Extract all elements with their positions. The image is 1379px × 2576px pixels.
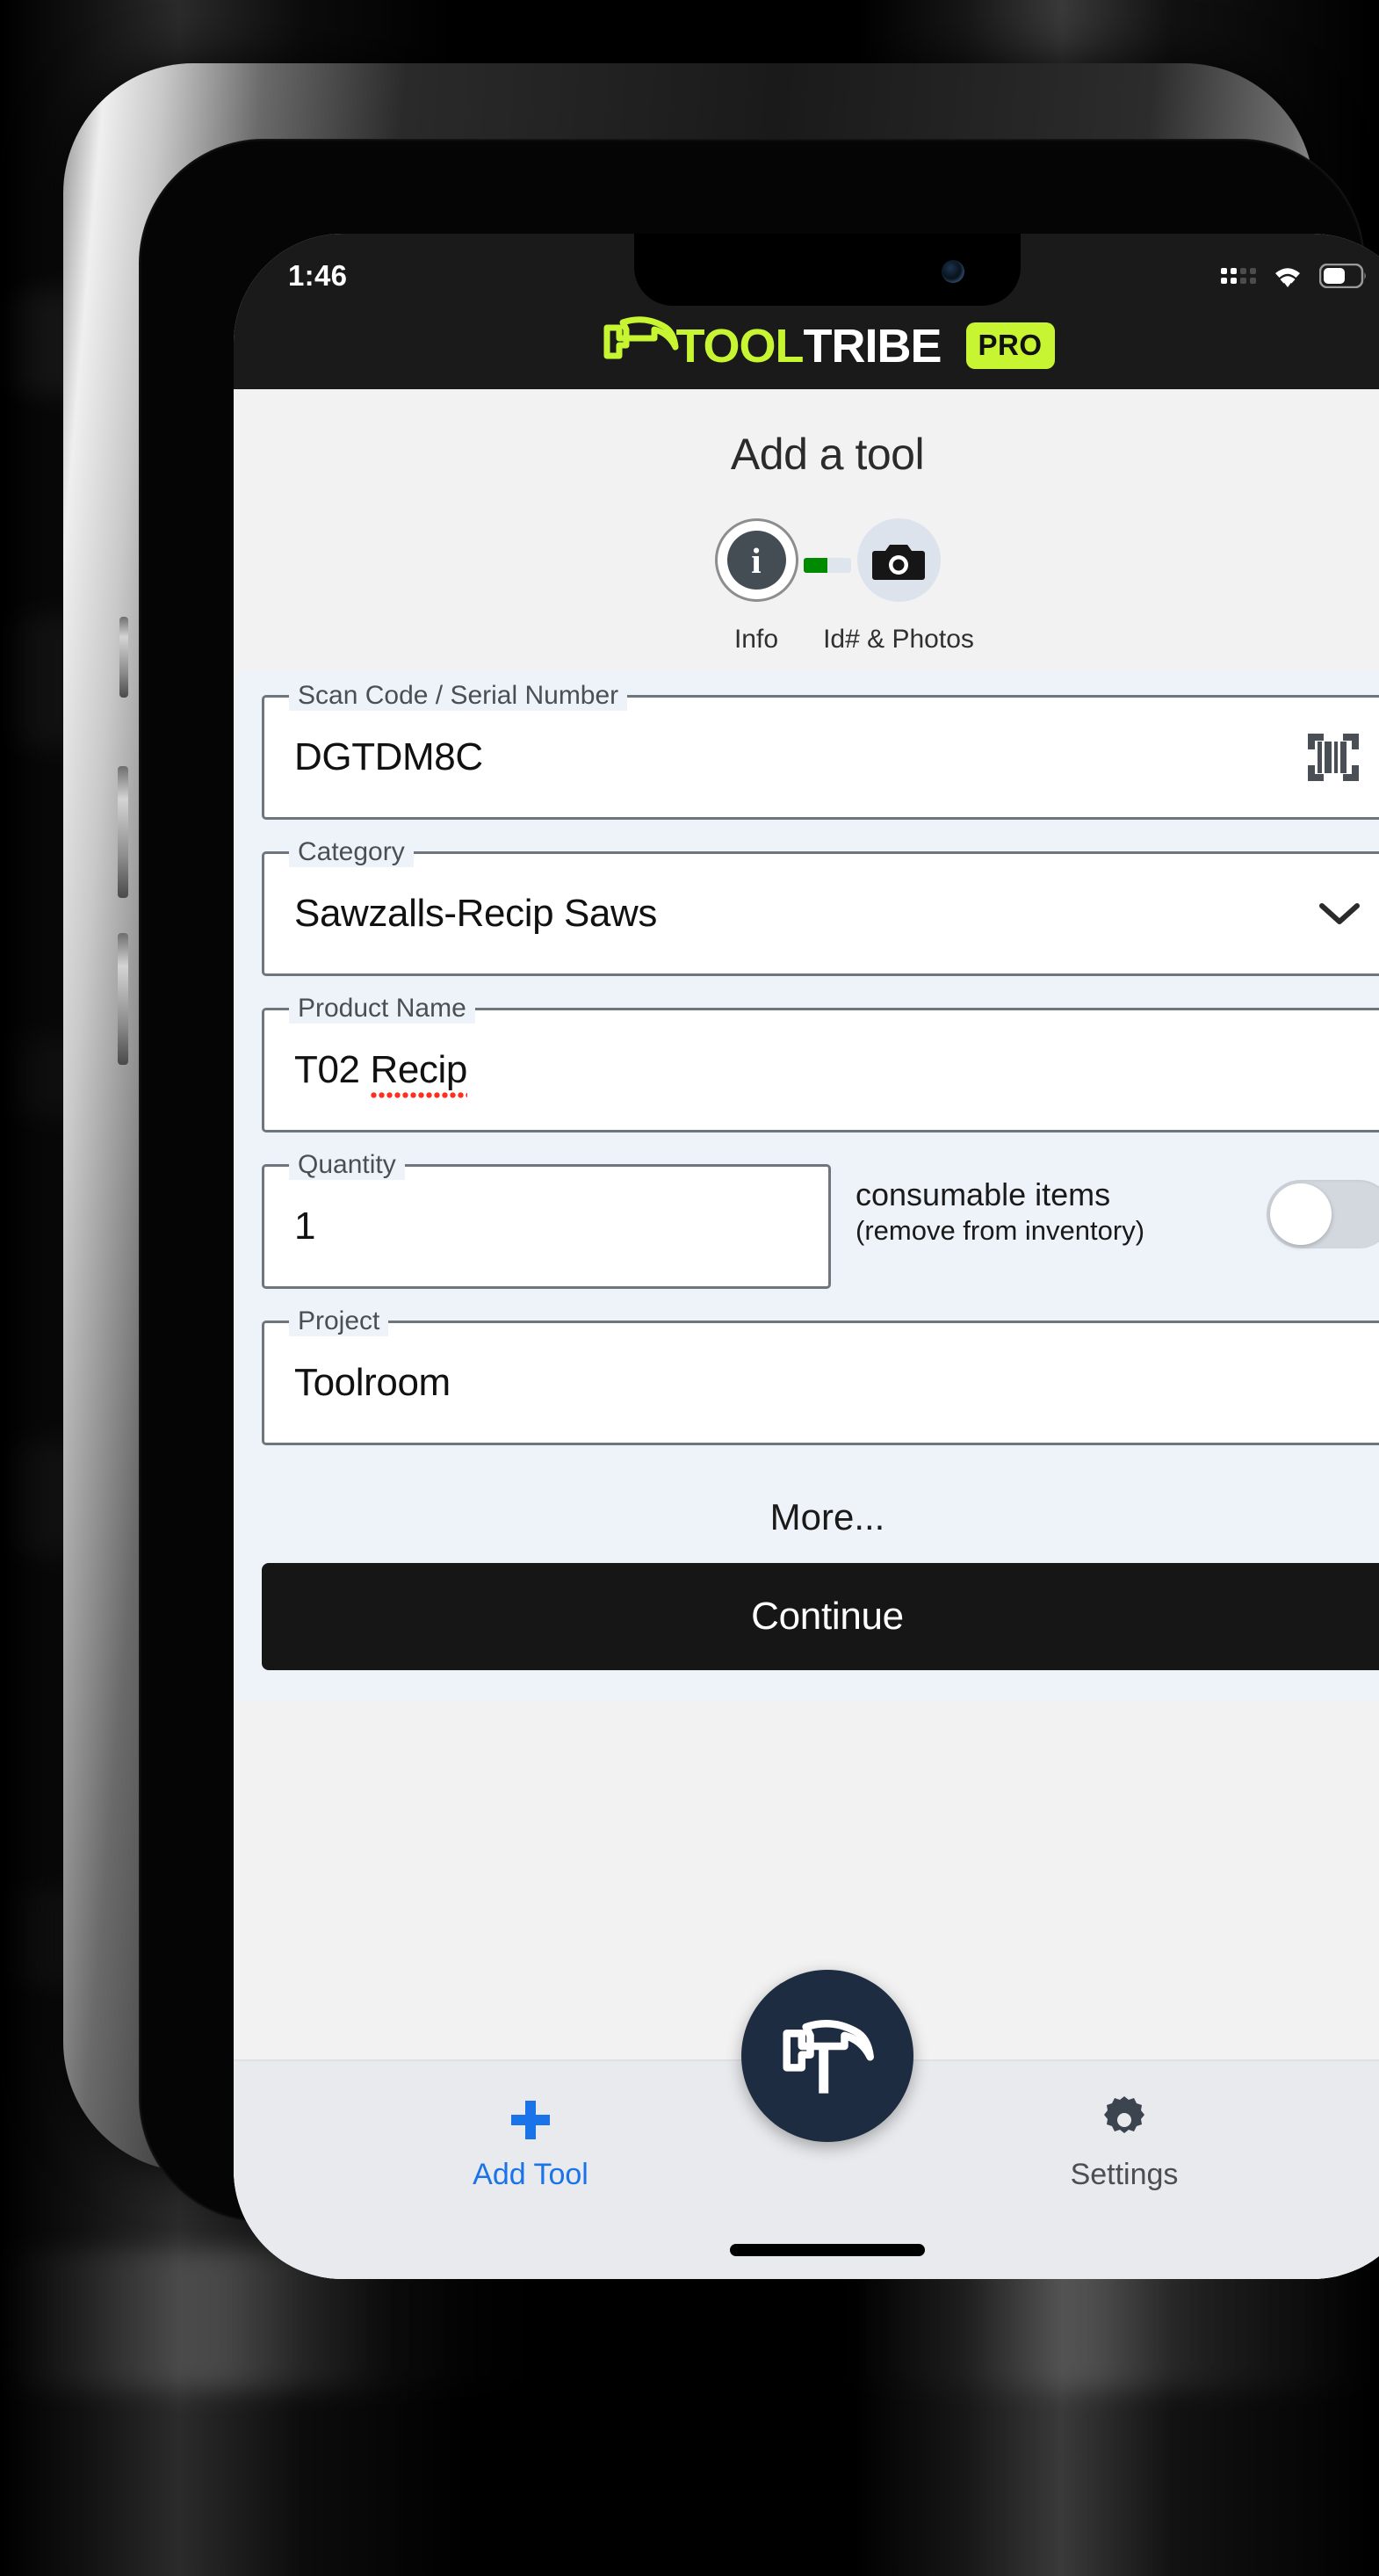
step-circle-photos: [856, 518, 941, 602]
project-value: Toolroom: [294, 1361, 451, 1404]
status-bar: 1:46: [234, 234, 1379, 306]
home-indicator[interactable]: [730, 2244, 925, 2256]
info-icon: i: [726, 531, 786, 590]
hammer-logo-icon: [603, 315, 679, 358]
step-circle-info: i: [714, 518, 798, 602]
plus-icon: [390, 2093, 671, 2147]
app-header: 1:46 TOOL TRIBE PRO: [234, 234, 1379, 389]
phone-frame: 1:46 TOOL TRIBE PRO Add a tool i Info Id…: [63, 63, 1379, 2279]
product-name-prefix: T02: [294, 1048, 371, 1091]
barcode-scan-icon[interactable]: [1306, 732, 1361, 783]
nav-item-add-tool[interactable]: Add Tool: [390, 2093, 671, 2192]
bottom-navigation: Add Tool Settings: [234, 1970, 1379, 2279]
logo-pro-badge: PRO: [965, 322, 1055, 369]
nav-label-add-tool: Add Tool: [473, 2158, 588, 2191]
volume-up-button[interactable]: [118, 766, 128, 898]
category-label: Category: [289, 837, 414, 867]
category-value: Sawzalls-Recip Saws: [294, 892, 657, 935]
chevron-down-icon[interactable]: [1318, 901, 1361, 927]
cellular-signal-icon: [1221, 268, 1256, 284]
consumable-items-toggle[interactable]: [1267, 1180, 1379, 1248]
volume-down-button[interactable]: [118, 933, 128, 1065]
quantity-value: 1: [294, 1205, 316, 1248]
mute-switch[interactable]: [119, 617, 128, 698]
logo-text-secondary: TRIBE: [803, 319, 942, 373]
more-link[interactable]: More...: [262, 1477, 1379, 1563]
toggle-knob: [1270, 1183, 1332, 1245]
camera-icon: [872, 544, 925, 580]
status-time: 1:46: [288, 259, 348, 292]
consumable-items-label: consumable items (remove from inventory): [856, 1176, 1144, 1248]
consumable-sublabel: (remove from inventory): [856, 1215, 1145, 1247]
consumable-items-row: consumable items (remove from inventory): [856, 1164, 1379, 1248]
product-name-label: Product Name: [289, 994, 475, 1024]
project-label: Project: [289, 1306, 389, 1336]
hammer-logo-icon: [783, 2019, 874, 2094]
quantity-label: Quantity: [289, 1150, 405, 1180]
category-field[interactable]: Category Sawzalls-Recip Saws: [262, 837, 1379, 976]
continue-button[interactable]: Continue: [262, 1563, 1379, 1670]
stepper-step-photos[interactable]: Id# & Photos: [811, 518, 986, 655]
step-label-photos: Id# & Photos: [823, 625, 974, 654]
gear-icon: [984, 2093, 1265, 2147]
logo-text-primary: TOOL: [675, 319, 804, 373]
home-logo-button[interactable]: [741, 1970, 913, 2142]
front-camera-icon: [942, 260, 964, 283]
status-icons: [1221, 263, 1367, 289]
add-tool-form: Scan Code / Serial Number DGTDM8C Catego…: [237, 670, 1379, 1702]
product-name-field[interactable]: Product Name T02 Recip: [262, 994, 1379, 1132]
battery-icon: [1319, 264, 1366, 288]
phone-bezel: 1:46 TOOL TRIBE PRO Add a tool i Info Id…: [139, 139, 1379, 2279]
nav-item-settings[interactable]: Settings: [984, 2093, 1265, 2192]
project-field[interactable]: Project Toolroom: [262, 1306, 1379, 1445]
consumable-label-line1: consumable: [856, 1176, 1027, 1212]
scan-code-label: Scan Code / Serial Number: [289, 681, 628, 711]
nav-label-settings: Settings: [1070, 2158, 1179, 2191]
product-name-value: T02 Recip: [294, 1048, 467, 1099]
quantity-row: Quantity 1 consumable items (remove from…: [262, 1150, 1379, 1289]
scan-code-field[interactable]: Scan Code / Serial Number DGTDM8C: [262, 681, 1379, 820]
quantity-field[interactable]: Quantity 1: [262, 1150, 831, 1289]
consumable-label-line2: items: [1035, 1176, 1111, 1212]
phone-screen: 1:46 TOOL TRIBE PRO Add a tool i Info Id…: [234, 234, 1379, 2279]
wifi-icon: [1275, 268, 1300, 287]
page-title: Add a tool: [730, 430, 925, 479]
app-logo: TOOL TRIBE PRO: [234, 302, 1379, 389]
page-filler: [234, 1702, 1379, 1909]
scan-code-value: DGTDM8C: [294, 735, 483, 778]
product-name-misspelled-word: Recip: [370, 1048, 467, 1099]
stepper: i Info Id# & Photos: [234, 480, 1379, 655]
